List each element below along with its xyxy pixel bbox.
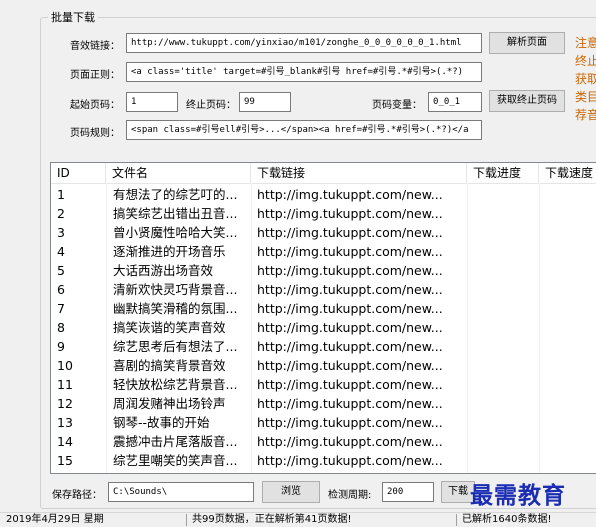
get-end-page-button[interactable]: 获取终止页码 [489, 90, 565, 112]
table-row[interactable]: 8 搞笑诙谐的笑声音效 http://img.tukuppt.com/new... [51, 318, 596, 337]
cell-filename: 搞笑诙谐的笑声音效 [113, 320, 226, 335]
table-row[interactable]: 4 逐渐推进的开场音乐 http://img.tukuppt.com/new... [51, 242, 596, 261]
watermark-logo: 最需教育 [470, 482, 566, 509]
cell-id: 6 [57, 282, 65, 297]
status-progress: 共99页数据，正在解析第41页数据! [192, 514, 352, 525]
cell-url: http://img.tukuppt.com/new... [257, 434, 443, 449]
cell-id: 2 [57, 206, 65, 221]
regex-input[interactable]: <a class='title' target=#引号_blank#引号 hre… [126, 62, 482, 82]
table-row[interactable]: 6 清新欢快灵巧背景音... http://img.tukuppt.com/new.… [51, 280, 596, 299]
parse-page-button[interactable]: 解析页面 [489, 32, 565, 54]
cell-filename: 钢琴--故事的开始 [113, 415, 210, 430]
cell-id: 8 [57, 320, 65, 335]
status-date: 2019年4月29日 星期 [6, 514, 104, 525]
cell-url: http://img.tukuppt.com/new... [257, 187, 443, 202]
cell-url: http://img.tukuppt.com/new... [257, 358, 443, 373]
cell-filename: 综艺里嘲笑的笑声音... [113, 453, 238, 468]
cell-filename: 综艺思考后有想法了... [113, 339, 238, 354]
cell-id: 12 [57, 396, 73, 411]
end-page-label: 终止页码： [186, 100, 236, 111]
page-var-input[interactable]: 0_0_1 [428, 92, 482, 112]
table-row[interactable]: 13 钢琴--故事的开始 http://img.tukuppt.com/new... [51, 413, 596, 432]
cell-id: 7 [57, 301, 65, 316]
hint-text: 注意 [575, 36, 596, 50]
cell-filename: 幽默搞笑滑稽的氛围... [113, 301, 238, 316]
regex-label: 页面正则： [70, 70, 120, 81]
save-path-label: 保存路径： [52, 490, 102, 501]
table-header: ID 文件名 下载链接 下载进度 下载速度 [51, 163, 596, 184]
table-row[interactable]: 1 有想法了的综艺叮的... http://img.tukuppt.com/new.… [51, 185, 596, 204]
cell-url: http://img.tukuppt.com/new... [257, 244, 443, 259]
cell-id: 11 [57, 377, 73, 392]
column-header-id[interactable]: ID [51, 163, 106, 183]
cell-id: 4 [57, 244, 65, 259]
table-row[interactable]: 10 喜剧的搞笑背景音效 http://img.tukuppt.com/new... [51, 356, 596, 375]
cell-url: http://img.tukuppt.com/new... [257, 320, 443, 335]
cell-filename: 大话西游出场音效 [113, 263, 214, 278]
table-row[interactable]: 9 综艺思考后有想法了... http://img.tukuppt.com/new.… [51, 337, 596, 356]
cell-url: http://img.tukuppt.com/new... [257, 415, 443, 430]
table-row[interactable]: 2 搞笑综艺出错出丑音... http://img.tukuppt.com/new.… [51, 204, 596, 223]
status-parsed-count: 已解析1640条数据! [462, 514, 552, 525]
hint-text: 类目 [575, 90, 596, 104]
cell-id: 14 [57, 434, 73, 449]
download-list-table[interactable]: ID 文件名 下载链接 下载进度 下载速度 1 有想法了的综艺叮的... http:… [50, 162, 596, 474]
group-title: 批量下载 [48, 9, 98, 25]
cell-id: 5 [57, 263, 65, 278]
save-path-input[interactable]: C:\Sounds\ [108, 482, 254, 502]
column-header-progress[interactable]: 下载进度 [467, 163, 539, 183]
cell-filename: 有想法了的综艺叮的... [113, 187, 238, 202]
cell-id: 15 [57, 453, 73, 468]
browse-button[interactable]: 浏览 [262, 481, 320, 503]
status-separator [456, 514, 457, 526]
cell-filename: 喜剧的搞笑背景音效 [113, 358, 226, 373]
table-row[interactable]: 15 综艺里嘲笑的笑声音... http://img.tukuppt.com/new… [51, 451, 596, 470]
cell-url: http://img.tukuppt.com/new... [257, 282, 443, 297]
start-page-input[interactable]: 1 [126, 92, 178, 112]
interval-label: 检测周期: [328, 490, 372, 501]
column-header-url[interactable]: 下载链接 [251, 163, 467, 183]
cell-url: http://img.tukuppt.com/new... [257, 206, 443, 221]
table-row[interactable]: 14 震撼冲击片尾落版音... http://img.tukuppt.com/new… [51, 432, 596, 451]
cell-id: 10 [57, 358, 73, 373]
hint-text: 荐音 [575, 108, 596, 122]
hint-text: 获取 [575, 72, 596, 86]
end-page-input[interactable]: 99 [239, 92, 291, 112]
cell-url: http://img.tukuppt.com/new... [257, 263, 443, 278]
page-rule-input[interactable]: <span class=#引号ell#引号>...</span><a href=… [126, 120, 482, 140]
url-label: 音效链接： [70, 41, 120, 52]
cell-url: http://img.tukuppt.com/new... [257, 301, 443, 316]
cell-filename: 周润发赌神出场铃声 [113, 396, 226, 411]
hint-text: 终止 [575, 54, 596, 68]
cell-url: http://img.tukuppt.com/new... [257, 225, 443, 240]
table-row[interactable]: 3 曾小贤魔性哈哈大笑... http://img.tukuppt.com/new.… [51, 223, 596, 242]
cell-url: http://img.tukuppt.com/new... [257, 396, 443, 411]
table-row[interactable]: 5 大话西游出场音效 http://img.tukuppt.com/new... [51, 261, 596, 280]
status-separator [186, 514, 187, 526]
column-header-speed[interactable]: 下载速度 [539, 163, 596, 183]
interval-input[interactable]: 200 [382, 482, 434, 502]
cell-filename: 轻快放松综艺背景音... [113, 377, 238, 392]
url-input[interactable]: http://www.tukuppt.com/yinxiao/m101/zong… [126, 33, 482, 53]
cell-filename: 搞笑综艺出错出丑音... [113, 206, 238, 221]
table-row[interactable]: 12 周润发赌神出场铃声 http://img.tukuppt.com/new... [51, 394, 596, 413]
column-header-filename[interactable]: 文件名 [106, 163, 251, 183]
cell-url: http://img.tukuppt.com/new... [257, 377, 443, 392]
cell-filename: 逐渐推进的开场音乐 [113, 244, 226, 259]
page-var-label: 页码变量： [372, 100, 422, 111]
cell-id: 13 [57, 415, 73, 430]
cell-filename: 震撼冲击片尾落版音... [113, 434, 238, 449]
cell-id: 3 [57, 225, 65, 240]
cell-id: 1 [57, 187, 65, 202]
cell-filename: 清新欢快灵巧背景音... [113, 282, 238, 297]
cell-id: 9 [57, 339, 65, 354]
table-row[interactable]: 11 轻快放松综艺背景音... http://img.tukuppt.com/new… [51, 375, 596, 394]
cell-url: http://img.tukuppt.com/new... [257, 453, 443, 468]
start-page-label: 起始页码： [70, 100, 120, 111]
page-rule-label: 页码规则： [70, 128, 120, 139]
table-row[interactable]: 7 幽默搞笑滑稽的氛围... http://img.tukuppt.com/new.… [51, 299, 596, 318]
status-bar: 2019年4月29日 星期 共99页数据，正在解析第41页数据! 已解析1640… [0, 512, 596, 527]
cell-filename: 曾小贤魔性哈哈大笑... [113, 225, 238, 240]
cell-url: http://img.tukuppt.com/new... [257, 339, 443, 354]
